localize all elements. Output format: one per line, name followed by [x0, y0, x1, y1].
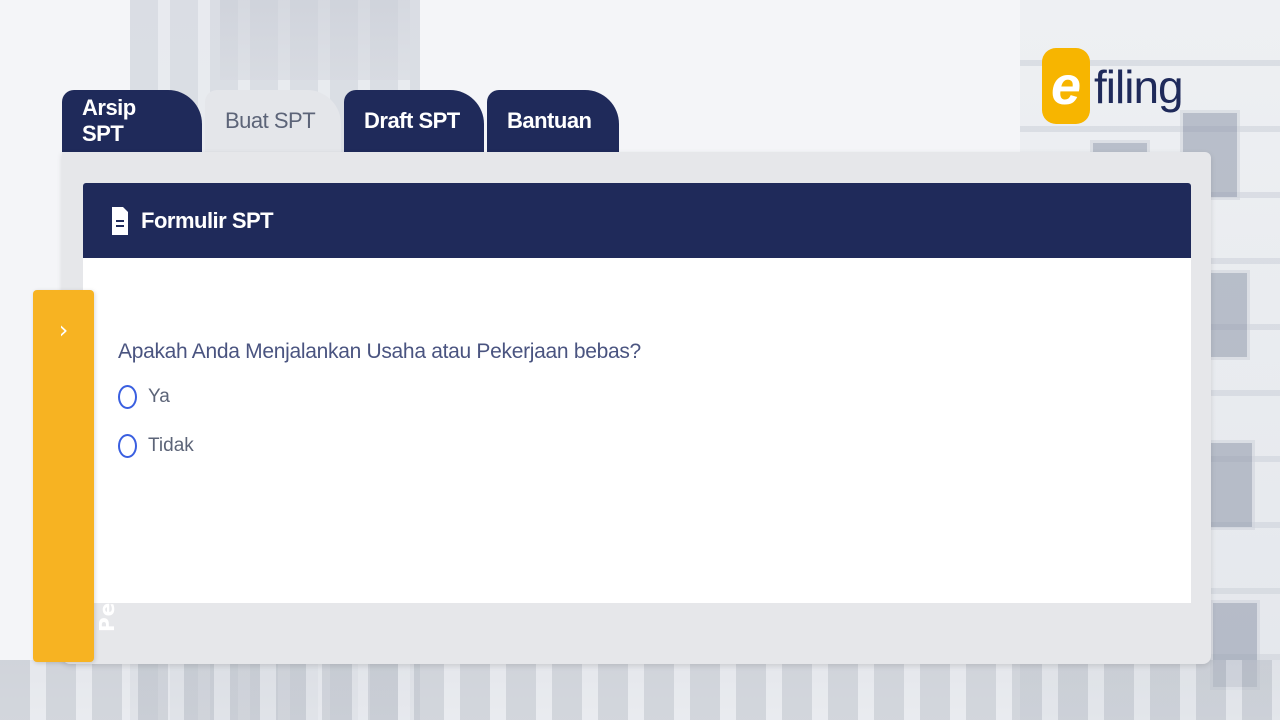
- radio-ya[interactable]: [118, 385, 137, 409]
- side-panel-label: Petunjuk Pengisian: [95, 396, 119, 632]
- radio-tidak[interactable]: [118, 434, 137, 458]
- document-icon: [111, 206, 129, 236]
- logo-badge: e: [1042, 48, 1090, 124]
- efiling-logo: e filing: [1042, 46, 1192, 136]
- chevron-right-icon[interactable]: ›: [33, 318, 94, 342]
- option-ya[interactable]: Ya: [118, 384, 170, 410]
- building-bottom: [0, 660, 1280, 720]
- option-label-tidak: Tidak: [148, 435, 194, 456]
- option-tidak[interactable]: Tidak: [118, 433, 194, 459]
- tab-bantuan[interactable]: Bantuan: [487, 90, 619, 152]
- petunjuk-pengisian-panel[interactable]: › Petunjuk Pengisian: [33, 290, 119, 662]
- question-text: Apakah Anda Menjalankan Usaha atau Peker…: [118, 340, 641, 363]
- tab-arsip-spt[interactable]: Arsip SPT: [62, 90, 202, 152]
- panel-title: Formulir SPT: [141, 207, 274, 233]
- tab-bar: Arsip SPT Buat SPT Draft SPT Bantuan: [62, 90, 619, 152]
- logo-text: filing: [1094, 61, 1184, 113]
- panel-header: Formulir SPT: [83, 183, 1191, 258]
- panel-body: [83, 258, 1191, 603]
- building-left-top: [220, 0, 410, 80]
- option-label-ya: Ya: [148, 386, 170, 407]
- tab-draft-spt[interactable]: Draft SPT: [344, 90, 484, 152]
- tab-buat-spt[interactable]: Buat SPT: [205, 90, 341, 152]
